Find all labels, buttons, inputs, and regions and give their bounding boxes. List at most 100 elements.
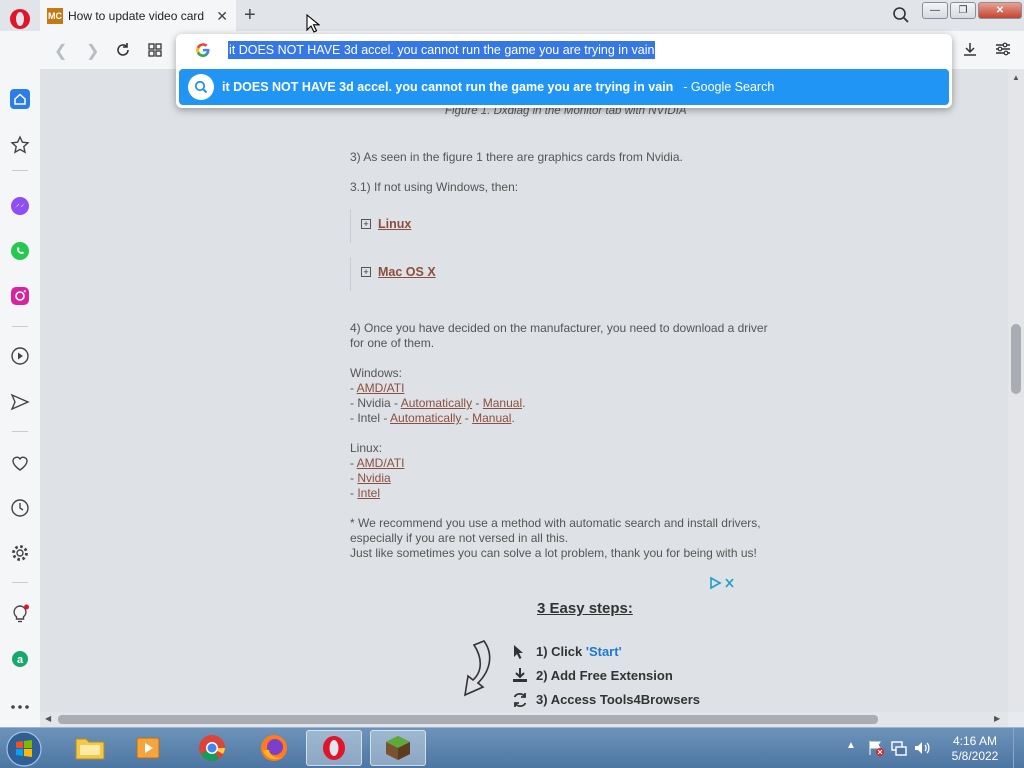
taskbar-chrome-icon[interactable] (184, 730, 240, 766)
tab-active[interactable]: MC How to update video card ✕ (40, 0, 236, 31)
taskbar-opera-icon[interactable] (306, 730, 362, 766)
easy-setup-icon[interactable] (995, 42, 1011, 56)
messenger-icon[interactable] (8, 194, 32, 218)
linux-nvidia-row: - Nvidia (350, 471, 391, 485)
horizontal-scroll-thumb[interactable] (58, 715, 878, 724)
web-page: Figure 1. Dxdiag in the Monitor tab with… (40, 69, 1024, 712)
new-tab-button[interactable]: + (244, 4, 256, 27)
scroll-up-icon[interactable]: ▲ (1012, 73, 1020, 82)
taskbar-minecraft-icon[interactable] (370, 730, 426, 766)
scroll-left-icon[interactable]: ◀ (45, 714, 51, 723)
curved-arrow-icon (463, 640, 491, 697)
search-icon (188, 74, 214, 100)
refresh-cycle-icon (513, 693, 527, 707)
cursor-icon (514, 645, 523, 659)
aria-icon[interactable]: a (8, 647, 32, 671)
start-button-icon[interactable] (4, 730, 44, 768)
google-icon (196, 43, 210, 57)
taskbar-explorer-icon[interactable] (62, 730, 118, 766)
heart-icon[interactable] (8, 451, 32, 475)
minimize-button[interactable]: — (922, 2, 948, 19)
linux-heading: Linux: (350, 441, 383, 455)
note-line-3: Just like sometimes you can solve a lot … (350, 546, 757, 560)
spoiler-mac[interactable]: + Mac OS X (350, 257, 830, 291)
close-window-button[interactable]: ✕ (978, 2, 1022, 19)
home-icon[interactable] (8, 87, 32, 111)
maximize-button[interactable]: ❐ (950, 2, 976, 19)
spoiler-linux[interactable]: + Linux (350, 209, 830, 243)
tab-title: How to update video card (68, 8, 205, 23)
linux-amd-row: - AMD/ATI (350, 456, 405, 470)
horizontal-scrollbar[interactable]: ◀ ▶ (40, 712, 1008, 727)
windows-taskbar: ▲ 4:16 AM 5/8/2022 (0, 727, 1024, 768)
back-icon[interactable]: ❮ (54, 41, 67, 61)
settings-gear-icon[interactable] (8, 541, 32, 565)
ad-title: 3 Easy steps: (537, 600, 633, 617)
address-input[interactable]: it DOES NOT HAVE 3d accel. you cannot ru… (228, 41, 656, 59)
show-desktop-button[interactable] (1013, 728, 1024, 768)
network-icon[interactable] (890, 739, 908, 757)
send-icon[interactable] (8, 390, 32, 414)
instagram-icon[interactable] (8, 284, 32, 308)
opera-menu-icon[interactable] (6, 5, 34, 33)
whatsapp-icon[interactable] (8, 239, 32, 263)
reload-icon[interactable] (115, 42, 131, 58)
nvidia-manual-link[interactable]: Manual (483, 396, 522, 410)
volume-icon[interactable] (913, 739, 931, 757)
suggestion-text: it DOES NOT HAVE 3d accel. you cannot ru… (222, 80, 674, 94)
tabs-grid-icon[interactable] (148, 43, 162, 57)
linux-intel-link[interactable]: Intel (357, 486, 380, 500)
vertical-scrollbar[interactable]: ▲ (1008, 69, 1024, 712)
linux-amd-link[interactable]: AMD/ATI (357, 456, 405, 470)
address-bar-dropdown[interactable]: it DOES NOT HAVE 3d accel. you cannot ru… (176, 34, 952, 108)
note-line-2: especially if you are not versed in all … (350, 531, 569, 545)
note-line-1: * We recommend you use a method with aut… (350, 516, 761, 530)
expand-plus-icon[interactable]: + (361, 267, 371, 277)
ad-step-1: 1) Click 'Start' (536, 644, 622, 659)
taskbar-clock[interactable]: 4:16 AM 5/8/2022 (950, 734, 1000, 764)
tab-search-icon[interactable] (892, 6, 910, 24)
expand-plus-icon[interactable]: + (361, 219, 371, 229)
taskbar-media-player-icon[interactable] (120, 730, 176, 766)
suggestion-source: - Google Search (683, 80, 775, 94)
player-icon[interactable] (8, 344, 32, 368)
bookmarks-icon[interactable] (8, 133, 32, 157)
step-3-text: 3) As seen in the figure 1 there are gra… (350, 150, 683, 164)
tab-close-icon[interactable]: ✕ (216, 8, 228, 25)
windows-amd-row: - AMD/ATI (350, 381, 405, 395)
lightbulb-icon[interactable] (8, 602, 32, 626)
forward-icon[interactable]: ❯ (86, 41, 99, 61)
ad-choices-icon[interactable] (709, 576, 737, 590)
taskbar-firefox-icon[interactable] (246, 730, 302, 766)
ad-step-3: 3) Access Tools4Browsers (536, 692, 701, 707)
action-center-flag-icon[interactable] (867, 739, 885, 757)
clock-time: 4:16 AM (952, 734, 998, 748)
windows-heading: Windows: (350, 366, 403, 380)
tab-strip: MC How to update video card ✕ + — ❐ ✕ (0, 0, 1024, 31)
spoiler-mac-link[interactable]: Mac OS X (378, 265, 436, 279)
tray-expand-icon[interactable]: ▲ (846, 740, 856, 751)
amd-link[interactable]: AMD/ATI (357, 381, 405, 395)
clock-date: 5/8/2022 (951, 749, 999, 763)
scroll-right-icon[interactable]: ▶ (994, 714, 1000, 723)
nvidia-auto-link[interactable]: Automatically (401, 396, 472, 410)
download-icon[interactable] (962, 41, 978, 57)
ad-step-2: 2) Add Free Extension (536, 668, 673, 683)
linux-nvidia-link[interactable]: Nvidia (357, 471, 390, 485)
search-suggestion[interactable]: it DOES NOT HAVE 3d accel. you cannot ru… (179, 69, 949, 105)
intel-manual-link[interactable]: Manual (472, 411, 511, 425)
windows-nvidia-row: - Nvidia - Automatically - Manual. (350, 396, 526, 410)
history-icon[interactable] (8, 496, 32, 520)
download-arrow-icon (513, 668, 527, 682)
step-4-text: 4) Once you have decided on the manufact… (350, 321, 768, 335)
vertical-scroll-thumb[interactable] (1011, 324, 1021, 394)
windows-intel-row: - Intel - Automatically - Manual. (350, 411, 515, 425)
site-favicon-icon: MC (47, 7, 63, 24)
mouse-cursor-icon (306, 14, 320, 33)
svg-text:a: a (17, 654, 24, 666)
step-3-1-text: 3.1) If not using Windows, then: (350, 180, 519, 194)
linux-intel-row: - Intel (350, 486, 381, 500)
more-icon[interactable] (8, 695, 32, 719)
spoiler-linux-link[interactable]: Linux (378, 217, 411, 231)
intel-auto-link[interactable]: Automatically (390, 411, 461, 425)
